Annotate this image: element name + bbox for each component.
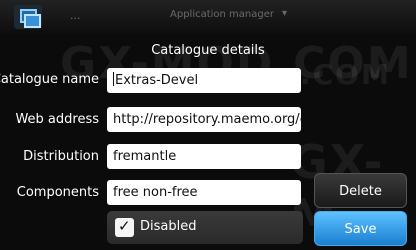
status-area[interactable]: ... xyxy=(70,9,81,22)
checkmark-icon: ✓ xyxy=(118,217,131,235)
text-cursor xyxy=(113,72,114,86)
web-address-label: Web address xyxy=(15,112,99,127)
watermark: .COM xyxy=(300,58,391,91)
task-switcher-icon[interactable] xyxy=(14,5,42,29)
dialog-title: Catalogue details xyxy=(151,43,265,58)
disabled-label: Disabled xyxy=(140,219,197,234)
disabled-checkbox-row[interactable]: ✓ Disabled xyxy=(107,211,303,244)
catalogue-name-field[interactable]: Extras-Devel xyxy=(107,68,301,93)
distribution-label: Distribution xyxy=(23,149,99,164)
save-button[interactable]: Save xyxy=(314,211,407,246)
components-label: Components xyxy=(16,185,99,200)
web-address-field[interactable]: http://repository.maemo.org/extr xyxy=(107,107,301,132)
app-title[interactable]: Application manager xyxy=(170,9,274,20)
distribution-field[interactable]: fremantle xyxy=(107,144,301,169)
chevron-down-icon[interactable]: ▾ xyxy=(282,8,287,19)
title-bar: ... Application manager ▾ xyxy=(0,0,416,34)
disabled-checkbox[interactable]: ✓ xyxy=(115,217,134,237)
components-field[interactable]: free non-free xyxy=(107,180,301,205)
catalogue-name-label: Catalogue name xyxy=(0,72,99,87)
delete-button[interactable]: Delete xyxy=(314,173,407,208)
